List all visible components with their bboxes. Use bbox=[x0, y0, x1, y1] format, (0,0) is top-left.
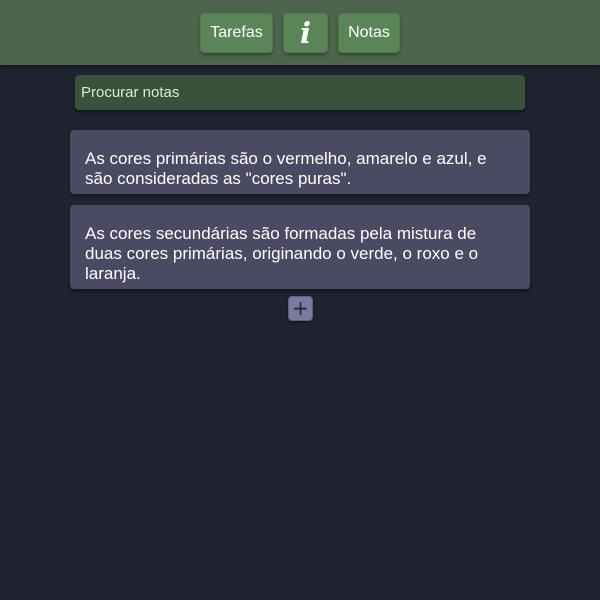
add-note-button[interactable]: + bbox=[288, 296, 313, 321]
top-nav-bar: Tarefas i Notas bbox=[0, 0, 600, 65]
tarefas-button[interactable]: Tarefas bbox=[200, 13, 273, 53]
notas-button[interactable]: Notas bbox=[338, 13, 400, 53]
plus-icon: + bbox=[292, 296, 309, 320]
search-notes-input[interactable] bbox=[75, 75, 525, 110]
note-card[interactable]: As cores primárias são o vermelho, amare… bbox=[70, 130, 530, 194]
info-icon: i bbox=[299, 16, 312, 50]
info-button[interactable]: i bbox=[283, 13, 328, 53]
note-card[interactable]: As cores secundárias são formadas pela m… bbox=[70, 205, 530, 289]
